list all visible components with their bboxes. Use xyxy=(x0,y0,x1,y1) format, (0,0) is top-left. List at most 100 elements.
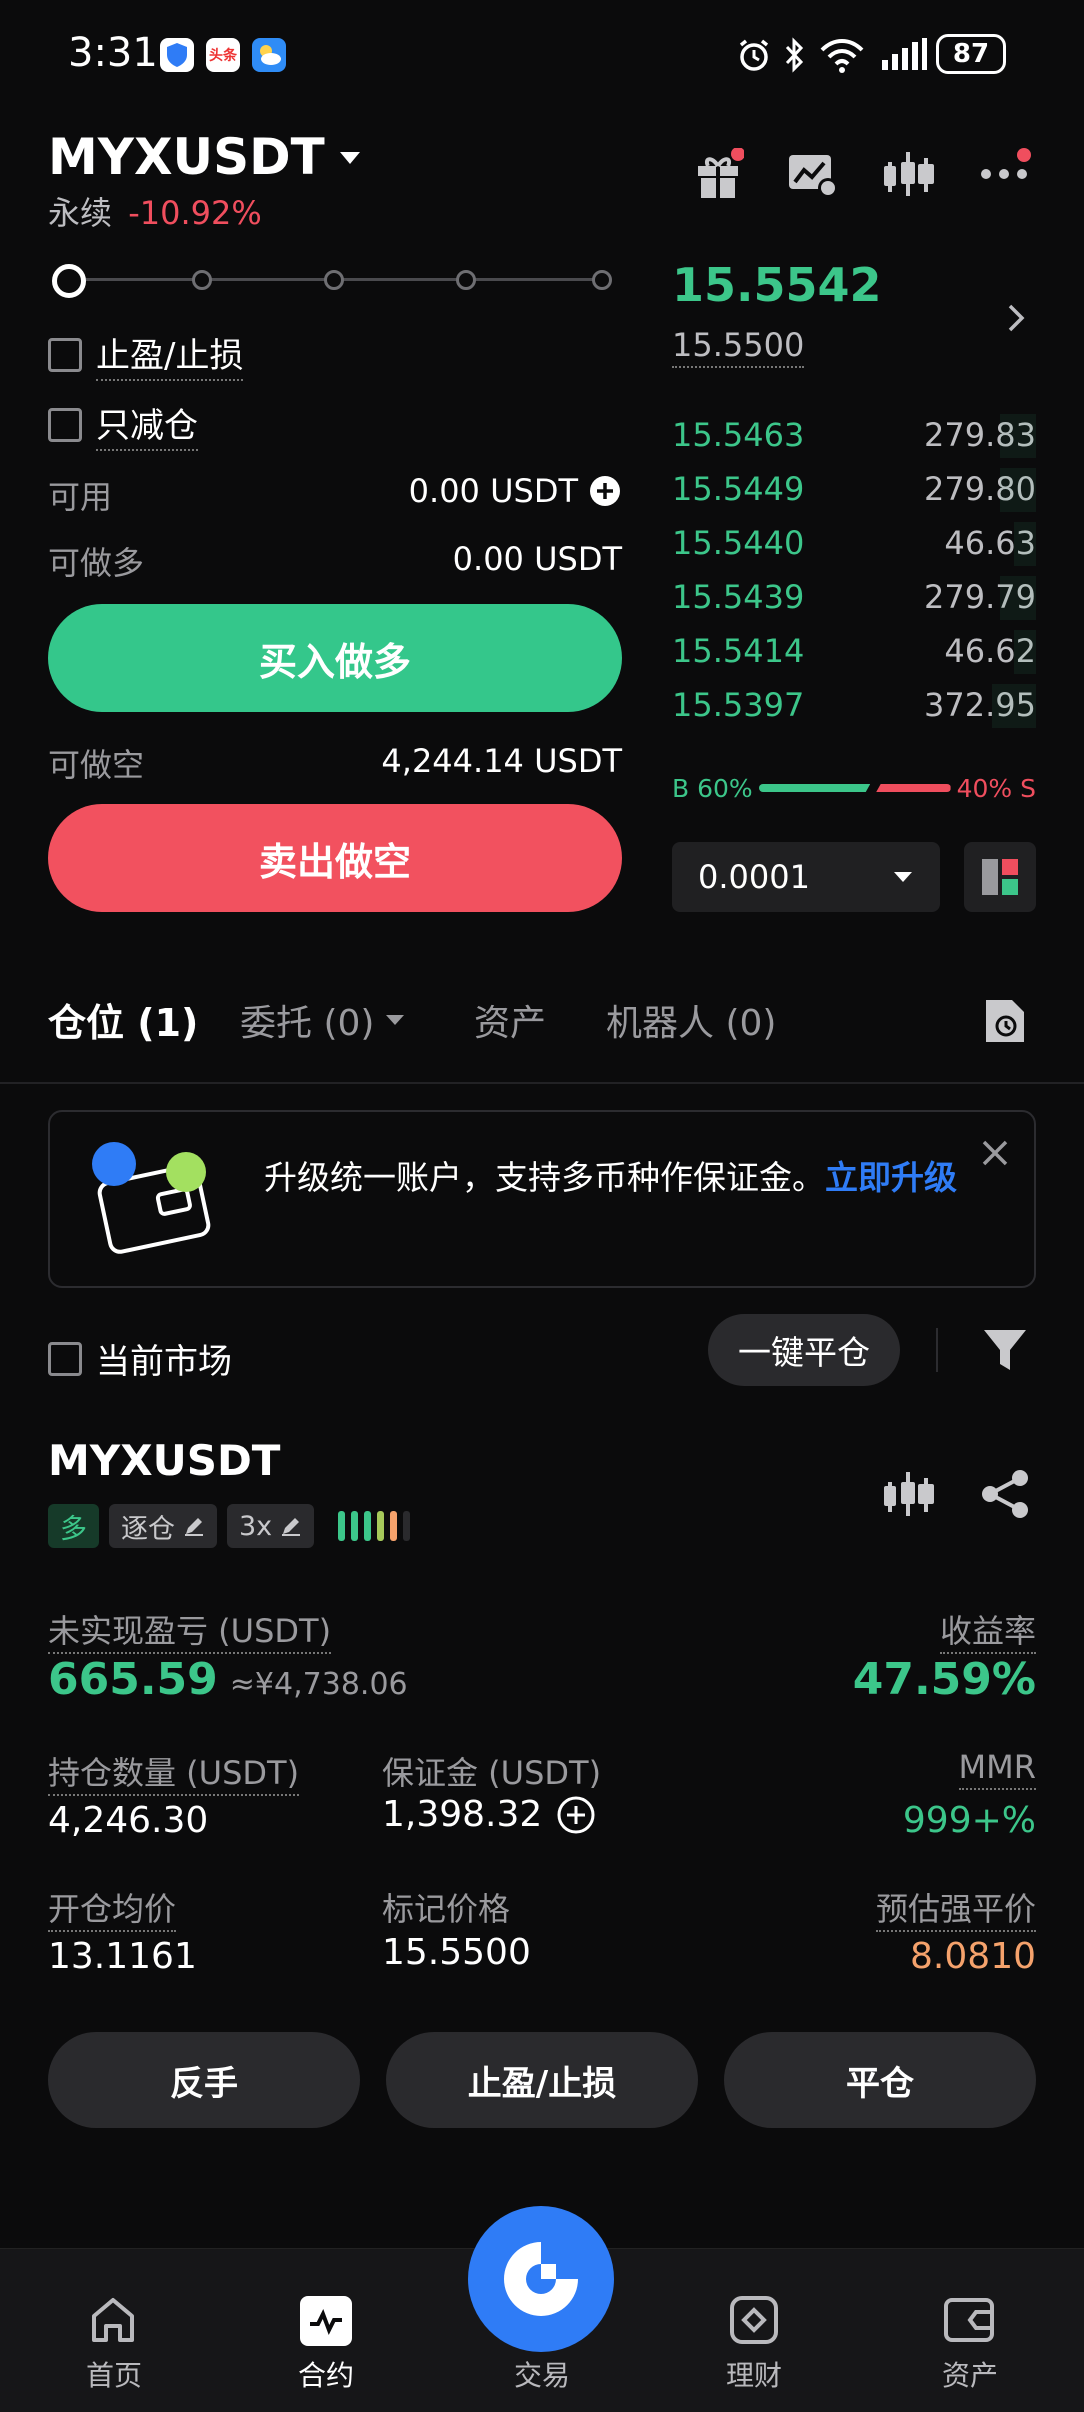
unrealized-pnl-cny: ≈¥4,738.06 xyxy=(229,1667,408,1702)
reduce-only-checkbox[interactable]: 只减仓 xyxy=(48,398,198,451)
bid-price: 15.5439 xyxy=(672,578,805,616)
liq-label: 预估强平价 xyxy=(780,1884,1036,1932)
symbol-title: MYXUSDT xyxy=(48,128,325,186)
available-value: 0.00 USDT xyxy=(408,472,578,510)
buy-long-button[interactable]: 买入做多 xyxy=(48,604,622,712)
upgrade-link[interactable]: 立即升级 xyxy=(825,1158,957,1197)
filter-icon[interactable] xyxy=(982,1326,1028,1378)
precision-select[interactable]: 0.0001 xyxy=(672,842,940,912)
slider-mark[interactable] xyxy=(192,270,212,290)
nav-trade[interactable]: 交易 xyxy=(472,2354,612,2394)
depth-bar xyxy=(1014,522,1036,566)
orderbook-row[interactable]: 15.5439 279.79 xyxy=(672,572,1036,622)
margin-label: 保证金 (USDT) xyxy=(382,1754,602,1792)
can-long-label: 可做多 xyxy=(48,544,145,582)
battery-level: 87 xyxy=(952,39,990,69)
earn-icon[interactable] xyxy=(728,2294,780,2350)
trade-button[interactable] xyxy=(468,2206,614,2352)
gift-icon[interactable] xyxy=(692,147,745,204)
sell-ratio-label: 40% S xyxy=(956,773,1036,803)
edit-icon xyxy=(282,1518,301,1536)
checkbox[interactable] xyxy=(48,1341,82,1376)
nav-home[interactable]: 首页 xyxy=(44,2354,184,2394)
bid-price: 15.5440 xyxy=(672,524,805,562)
tpsl-button[interactable]: 止盈/止损 xyxy=(386,2032,698,2128)
change-percent: -10.92% xyxy=(128,194,262,232)
slider-mark[interactable] xyxy=(324,270,344,290)
orderbook-row[interactable]: 15.5414 46.62 xyxy=(672,626,1036,676)
bid-price: 15.5397 xyxy=(672,686,805,724)
position-chart-icon[interactable] xyxy=(884,1468,934,1524)
buy-long-label: 买入做多 xyxy=(258,639,411,684)
wallet-icon xyxy=(74,1134,224,1268)
close-position-button[interactable]: 平仓 xyxy=(724,2032,1036,2128)
share-icon[interactable] xyxy=(980,1468,1032,1524)
chart-settings-icon[interactable] xyxy=(786,150,840,204)
ratio-bar-sell xyxy=(876,784,951,792)
leverage-tag[interactable]: 3x xyxy=(227,1504,315,1548)
sell-short-button[interactable]: 卖出做空 xyxy=(48,804,622,912)
orderbook-row[interactable]: 15.5440 46.63 xyxy=(672,518,1036,568)
weather-app-icon xyxy=(252,38,286,72)
shield-app-icon xyxy=(160,38,194,72)
available-row: 0.00 USDT xyxy=(380,472,622,510)
current-market-label: 当前市场 xyxy=(96,1342,232,1382)
can-long-value: 0.00 USDT xyxy=(452,540,622,578)
orderbook-layout-button[interactable] xyxy=(964,842,1036,912)
alarm-icon xyxy=(735,36,773,78)
symbol-selector[interactable]: MYXUSDT xyxy=(48,128,365,186)
ratio-bar-buy xyxy=(758,784,871,792)
assets-icon[interactable] xyxy=(942,2296,996,2348)
filter-divider xyxy=(936,1328,938,1372)
status-bar: 3:31 头条 87 xyxy=(0,0,1084,110)
slider-mark[interactable] xyxy=(592,270,612,290)
orderbook-row[interactable]: 15.5463 279.83 xyxy=(672,410,1036,460)
reverse-button[interactable]: 反手 xyxy=(48,2032,360,2128)
home-icon[interactable] xyxy=(88,2296,138,2348)
checkbox[interactable] xyxy=(48,337,82,372)
futures-icon[interactable] xyxy=(300,2296,352,2346)
buy-ratio-label: B 60% xyxy=(672,773,753,803)
close-icon[interactable] xyxy=(980,1138,1010,1172)
chevron-right-icon[interactable] xyxy=(1004,300,1030,340)
tab-orders[interactable]: 委托 (0) xyxy=(240,994,406,1046)
nav-assets[interactable]: 资产 xyxy=(900,2354,1040,2394)
more-icon[interactable] xyxy=(980,148,1032,192)
liq-value: 8.0810 xyxy=(910,1936,1036,1977)
slider-mark[interactable] xyxy=(456,270,476,290)
can-short-value: 4,244.14 USDT xyxy=(381,742,622,780)
tab-assets[interactable]: 资产 xyxy=(474,994,546,1046)
leverage-slider[interactable] xyxy=(52,264,618,298)
margin-mode-tag[interactable]: 逐仓 xyxy=(109,1504,217,1548)
current-market-checkbox[interactable]: 当前市场 xyxy=(48,1334,232,1383)
news-app-icon: 头条 xyxy=(206,38,240,72)
tp-sl-checkbox[interactable]: 止盈/止损 xyxy=(48,328,244,381)
contract-info: 永续 -10.92% xyxy=(48,188,262,234)
unrealized-pnl: 665.59 xyxy=(48,1654,218,1705)
banner-text: 升级统一账户，支持多币种作保证金。立即升级 xyxy=(264,1158,957,1197)
upgrade-banner[interactable]: 升级统一账户，支持多币种作保证金。立即升级 xyxy=(48,1110,1036,1288)
slider-handle[interactable] xyxy=(52,264,86,298)
history-icon[interactable] xyxy=(982,996,1028,1050)
tab-positions[interactable]: 仓位 (1) xyxy=(48,992,198,1047)
buy-sell-ratio: B 60% 40% S xyxy=(672,770,1036,806)
depth-bar xyxy=(992,684,1036,728)
nav-futures[interactable]: 合约 xyxy=(256,2354,396,2394)
depth-bar xyxy=(999,414,1036,458)
risk-level-indicator xyxy=(338,1511,411,1541)
orderbook-row[interactable]: 15.5397 372.95 xyxy=(672,680,1036,730)
mark-value: 15.5500 xyxy=(382,1932,531,1973)
last-price[interactable]: 15.5542 xyxy=(672,258,882,312)
add-margin-icon[interactable] xyxy=(556,1795,596,1835)
position-symbol[interactable]: MYXUSDT xyxy=(48,1436,280,1485)
nav-earn[interactable]: 理财 xyxy=(684,2354,824,2394)
orderbook-row[interactable]: 15.5449 279.80 xyxy=(672,464,1036,514)
bluetooth-icon xyxy=(782,36,808,78)
add-funds-icon[interactable] xyxy=(588,474,622,508)
available-label: 可用 xyxy=(48,478,113,516)
candlestick-icon[interactable] xyxy=(884,148,934,204)
checkbox[interactable] xyxy=(48,407,82,442)
contract-type: 永续 xyxy=(48,194,113,232)
close-all-button[interactable]: 一键平仓 xyxy=(708,1314,900,1386)
tab-bots[interactable]: 机器人 (0) xyxy=(606,994,776,1046)
